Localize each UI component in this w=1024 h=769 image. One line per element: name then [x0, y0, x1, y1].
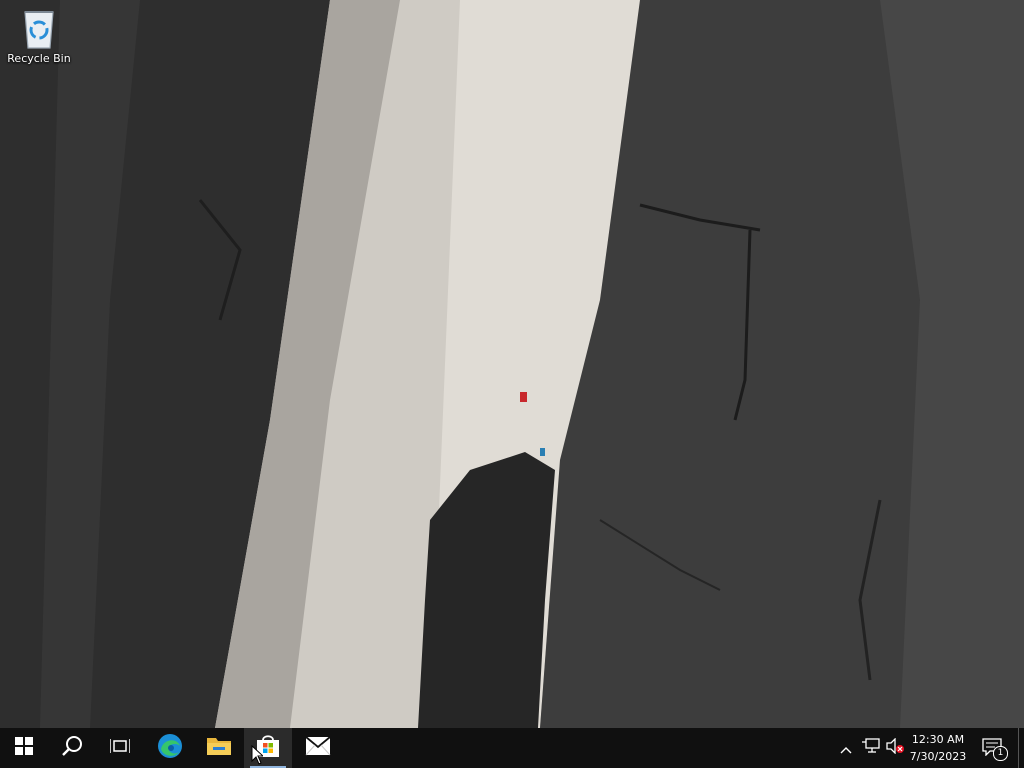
edge-icon: [157, 733, 183, 763]
action-center-button[interactable]: 1: [978, 728, 1008, 768]
chevron-up-icon: [840, 739, 852, 758]
taskbar-app-mail[interactable]: [294, 728, 342, 768]
network-icon: [862, 738, 880, 758]
tray-overflow-button[interactable]: [836, 728, 856, 768]
search-button[interactable]: [48, 728, 96, 768]
notification-icon: 1: [982, 738, 1008, 761]
task-view-icon: [109, 737, 131, 759]
wallpaper-rock-cliff: [0, 0, 1024, 728]
clock-date: 7/30/2023: [909, 750, 967, 763]
windows-logo-icon: [15, 737, 33, 759]
clock-button[interactable]: 12:30 AM 7/30/2023: [902, 728, 974, 768]
clock-time: 12:30 AM: [911, 733, 965, 746]
desktop-icon-label: Recycle Bin: [7, 52, 71, 65]
tray-network-button[interactable]: [860, 728, 882, 768]
mail-icon: [305, 736, 331, 760]
search-icon: [61, 735, 83, 761]
desktop-icon-recycle-bin[interactable]: Recycle Bin: [4, 6, 74, 74]
task-view-button[interactable]: [96, 728, 144, 768]
start-button[interactable]: [0, 728, 48, 768]
taskbar: 12:30 AM 7/30/2023 1: [0, 728, 1024, 768]
show-desktop-button[interactable]: [1018, 728, 1024, 768]
taskbar-app-file-explorer[interactable]: [195, 728, 243, 768]
mouse-cursor: [251, 744, 265, 769]
notification-count-badge: 1: [993, 746, 1008, 761]
recycle-bin-icon: [19, 6, 59, 50]
taskbar-app-edge[interactable]: [146, 728, 194, 768]
folder-icon: [206, 735, 232, 761]
desktop-wallpaper: Recycle Bin: [0, 0, 1024, 728]
